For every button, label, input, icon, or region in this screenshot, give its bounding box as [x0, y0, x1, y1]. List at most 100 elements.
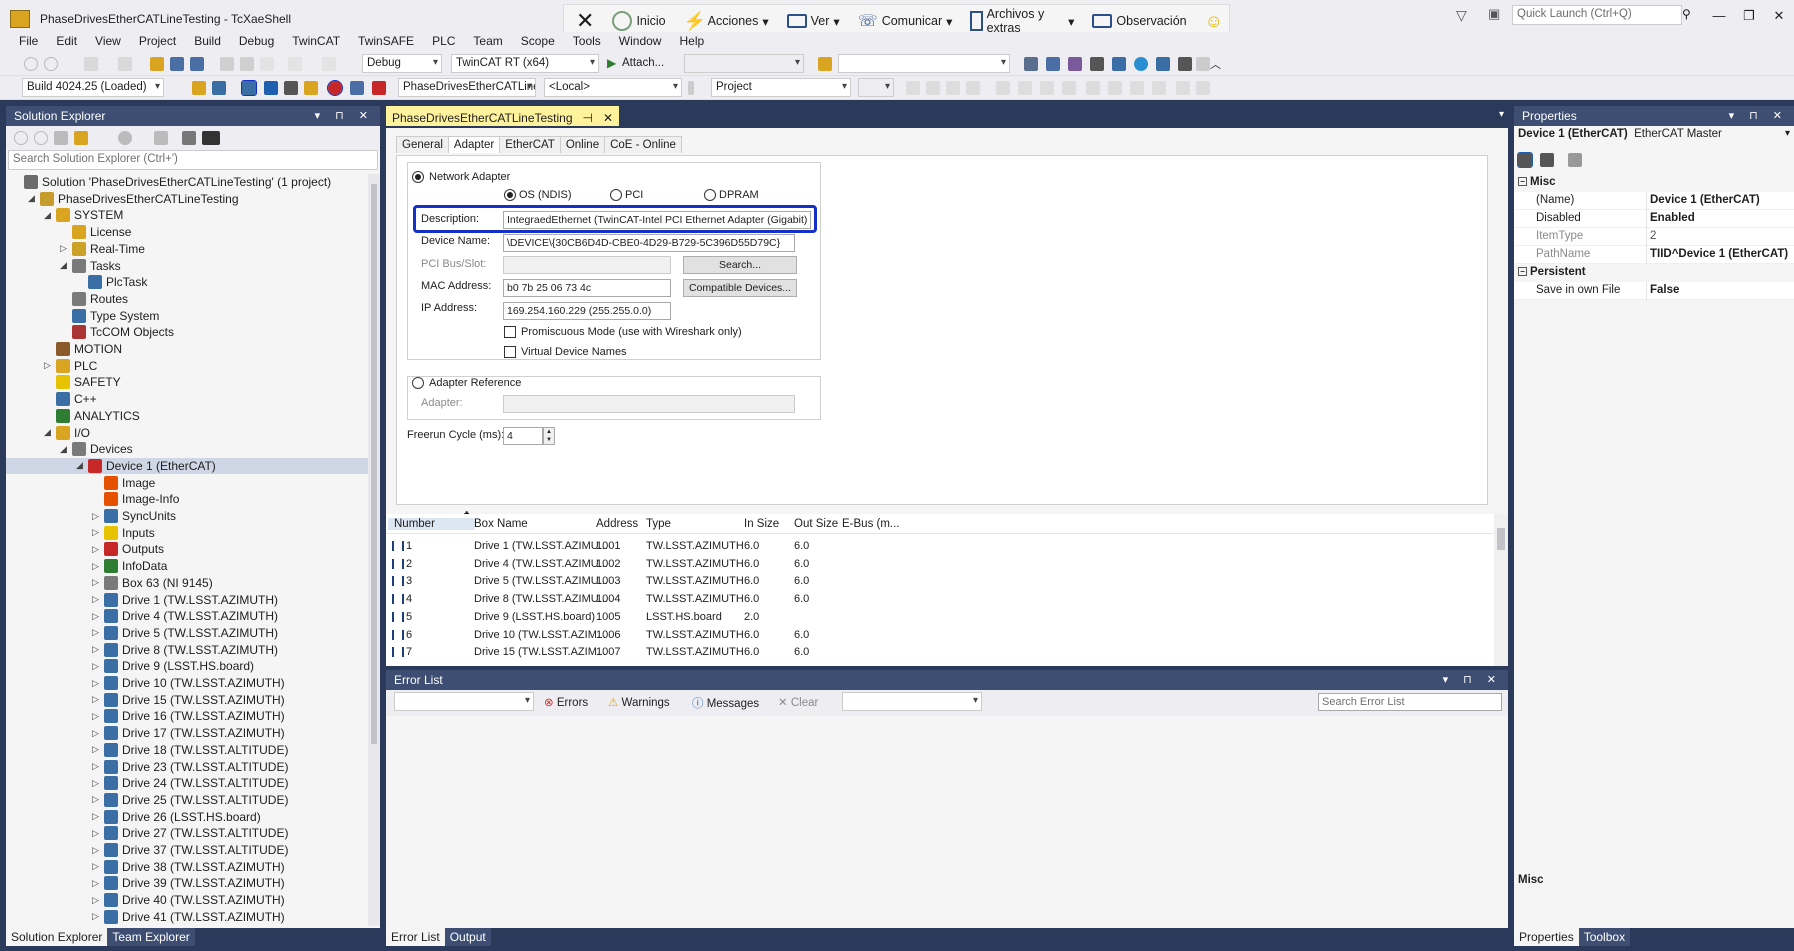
redo-icon[interactable] — [322, 57, 336, 71]
twincat-tool-4-icon[interactable] — [1090, 57, 1104, 71]
tree-node[interactable]: ANALYTICS — [44, 408, 140, 424]
tree-node[interactable]: License — [60, 224, 131, 240]
plc-stop-icon[interactable] — [946, 81, 960, 95]
minimize-button[interactable]: — — [1704, 0, 1734, 32]
collapse-arrow-icon[interactable]: ◢ — [60, 444, 72, 455]
tab-solution-explorer[interactable]: Solution Explorer — [6, 928, 108, 946]
find-icon[interactable] — [818, 57, 832, 71]
plc-login-icon[interactable] — [906, 81, 920, 95]
tree-node[interactable]: ▷ Drive 9 (LSST.HS.board) — [92, 658, 254, 674]
run-mode-icon[interactable] — [241, 80, 257, 96]
expand-arrow-icon[interactable]: ▷ — [92, 878, 104, 889]
property-row[interactable]: Save in own File False — [1514, 282, 1794, 300]
back-icon[interactable] — [14, 131, 28, 145]
search-button[interactable]: Search... — [683, 256, 797, 274]
clear-button[interactable]: ✕ Clear — [778, 695, 818, 709]
save-icon[interactable] — [170, 57, 184, 71]
twincat-tool-1-icon[interactable] — [1024, 57, 1038, 71]
panel-buttons[interactable]: ▾ ⊓ ✕ — [315, 109, 374, 122]
tree-node[interactable]: ▷ Drive 40 (TW.LSST.AZIMUTH) — [92, 892, 285, 908]
close-tab-icon[interactable]: ✕ — [603, 111, 613, 125]
tree-node[interactable]: PlcTask — [76, 274, 147, 290]
solution-tree-scrollbar[interactable] — [368, 174, 380, 926]
warnings-filter[interactable]: ⚠ Warnings — [608, 695, 670, 709]
twincat-tool-5-icon[interactable] — [1112, 57, 1126, 71]
paste-icon[interactable] — [260, 57, 274, 71]
watch-3-icon[interactable] — [1130, 81, 1144, 95]
collapse-all-icon[interactable] — [154, 131, 168, 145]
freerun-cycle-input[interactable]: 4 — [503, 427, 543, 445]
expand-arrow-icon[interactable]: ▷ — [92, 911, 104, 922]
column-header[interactable]: E-Bus (m... — [842, 518, 900, 530]
twincat-tool-6-icon[interactable] — [1134, 57, 1148, 71]
collapse-toolbar-icon[interactable]: ︿ — [1210, 56, 1221, 72]
expand-arrow-icon[interactable]: ▷ — [92, 861, 104, 872]
collapse-arrow-icon[interactable]: ◢ — [44, 210, 56, 221]
forward-icon[interactable] — [34, 131, 48, 145]
tree-node[interactable]: Routes — [60, 291, 128, 307]
tree-node[interactable]: ▷ Drive 16 (TW.LSST.AZIMUTH) — [92, 708, 285, 724]
tree-node[interactable]: ◢ I/O — [44, 425, 90, 441]
menu-tools[interactable]: Tools — [564, 32, 610, 52]
attach-button[interactable]: Attach... — [622, 57, 664, 69]
virtual-names-checkbox[interactable] — [504, 346, 516, 358]
tab-adapter[interactable]: Adapter — [447, 136, 501, 153]
promiscuous-checkbox[interactable] — [504, 326, 516, 338]
forward-icon[interactable] — [44, 57, 58, 71]
expand-arrow-icon[interactable]: ▷ — [92, 511, 104, 522]
tab-general[interactable]: General — [396, 136, 449, 153]
os-ndis-radio[interactable] — [504, 189, 516, 201]
tab-online[interactable]: Online — [559, 136, 606, 153]
plc-logout-icon[interactable] — [966, 81, 980, 95]
online-change-icon[interactable] — [1176, 81, 1190, 95]
tab-coe-online[interactable]: CoE - Online — [604, 136, 682, 153]
messages-filter[interactable]: ⓘ Messages — [692, 695, 759, 711]
tree-node[interactable]: ▷ Drive 10 (TW.LSST.AZIMUTH) — [92, 675, 285, 691]
tree-node[interactable]: ◢ PhaseDrivesEtherCATLineTesting — [28, 191, 239, 207]
table-row[interactable]: 2 Drive 4 (TW.LSST.AZIMU... 1002 TW.LSST.AZ… — [386, 556, 1486, 573]
menu-scope[interactable]: Scope — [512, 32, 564, 52]
tree-node[interactable]: ▷ Drive 8 (TW.LSST.AZIMUTH) — [92, 642, 278, 658]
step-over-icon[interactable] — [1018, 81, 1032, 95]
network-adapter-radio[interactable] — [412, 171, 424, 183]
menu-help[interactable]: Help — [670, 32, 713, 52]
expand-arrow-icon[interactable]: ▷ — [92, 527, 104, 538]
table-row[interactable]: 5 Drive 9 (LSST.HS.board) 1005 LSST.HS.boar… — [386, 609, 1486, 626]
ver-button[interactable]: Ver ▾ — [781, 14, 846, 29]
collapse-arrow-icon[interactable]: ◢ — [60, 260, 72, 271]
expand-arrow-icon[interactable]: ▷ — [92, 778, 104, 789]
tab-ethercat[interactable]: EtherCAT — [499, 136, 561, 153]
config-mode-icon[interactable] — [264, 81, 278, 95]
project-select[interactable]: PhaseDrivesEtherCATLine — [398, 78, 536, 97]
pci-bus-field[interactable] — [503, 256, 671, 274]
inicio-button[interactable]: Inicio — [606, 11, 671, 31]
document-tab[interactable]: PhaseDrivesEtherCATLineTesting ⊣ ✕ — [386, 106, 620, 126]
column-header[interactable]: Address — [596, 518, 638, 530]
breakpoint-icon[interactable] — [1062, 81, 1076, 95]
property-row[interactable]: PathName TIID^Device 1 (EtherCAT) — [1514, 246, 1794, 264]
expand-arrow-icon[interactable]: ▷ — [92, 627, 104, 638]
table-row[interactable]: 7 Drive 15 (TW.LSST.AZIM... 1007 TW.LSST.AZ… — [386, 644, 1486, 661]
home-icon[interactable] — [54, 131, 68, 145]
device-name-field[interactable]: \DEVICE\{30CB6D4D-CBE0-4D29-B729-5C396D5… — [503, 234, 795, 252]
expand-arrow-icon[interactable]: ▷ — [92, 678, 104, 689]
expand-arrow-icon[interactable]: ▷ — [92, 644, 104, 655]
quick-launch-input[interactable]: Quick Launch (Ctrl+Q) — [1512, 5, 1682, 25]
property-row[interactable]: ItemType 2 — [1514, 228, 1794, 246]
menu-edit[interactable]: Edit — [47, 32, 86, 52]
menu-team[interactable]: Team — [464, 32, 511, 52]
watch-1-icon[interactable] — [1086, 81, 1100, 95]
tree-node[interactable]: ▷ Drive 15 (TW.LSST.AZIMUTH) — [92, 692, 285, 708]
plc-start-icon[interactable] — [926, 81, 940, 95]
watch-4-icon[interactable] — [1152, 81, 1166, 95]
ip-address-field[interactable]: 169.254.160.229 (255.255.0.0) — [503, 302, 671, 320]
expand-arrow-icon[interactable]: ▷ — [92, 811, 104, 822]
add-item-icon[interactable] — [118, 57, 132, 71]
tree-node[interactable]: TcCOM Objects — [60, 324, 174, 340]
toggle-icon[interactable] — [372, 81, 386, 95]
close-context-button[interactable]: ✕ — [570, 8, 600, 34]
tab-toolbox[interactable]: Toolbox — [1578, 928, 1631, 946]
tree-node[interactable]: ▷ Drive 25 (TW.LSST.ALTITUDE) — [92, 792, 288, 808]
step-out-icon[interactable] — [1040, 81, 1054, 95]
tree-node[interactable]: MOTION — [44, 341, 122, 357]
